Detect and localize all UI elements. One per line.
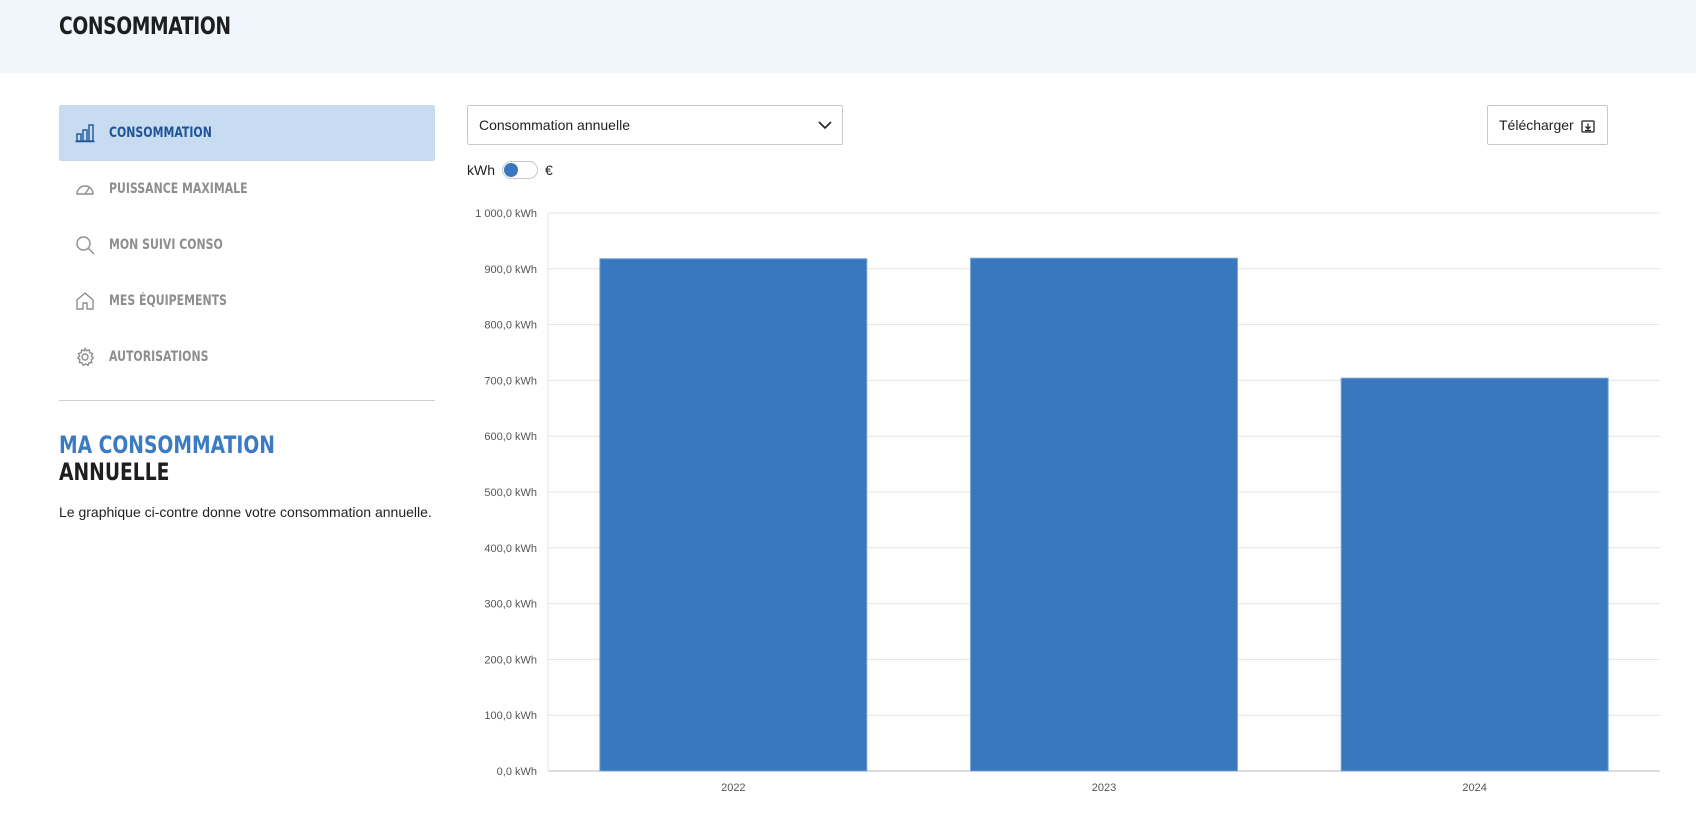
y-tick-label: 100,0 kWh [484,710,537,722]
y-tick-label: 700,0 kWh [484,375,537,387]
sidebar-item-label: CONSOMMATION [109,125,212,141]
sidebar-item-autorisations[interactable]: AUTORISATIONS [59,329,435,385]
bar-2024[interactable] [1340,377,1609,772]
download-button[interactable]: Télécharger [1487,105,1608,145]
period-select[interactable]: Consommation annuelle [467,105,843,145]
y-tick-label: 0,0 kWh [497,766,537,778]
page-header: CONSOMMATION [0,0,1696,73]
unit-label-euro: € [545,162,553,178]
bar-2023[interactable] [970,257,1238,772]
unit-label-kwh: kWh [467,162,495,178]
period-select-value: Consommation annuelle [479,117,630,133]
y-tick-label: 1 000,0 kWh [475,208,537,220]
gear-icon [75,347,95,367]
x-tick-label: 2023 [1092,782,1116,794]
consumption-chart: 0,0 kWh 100,0 kWh 200,0 kWh 300,0 kWh 400,0 … [460,195,1660,805]
section-title-line2: ANNUELLE [59,458,170,486]
bar-chart: 0,0 kWh 100,0 kWh 200,0 kWh 300,0 kWh 400,0 … [475,208,1660,794]
y-tick-label: 600,0 kWh [484,431,537,443]
sidebar-item-mon-suivi-conso[interactable]: MON SUIVI CONSO [59,217,435,273]
sidebar-item-mes-equipements[interactable]: MES ÉQUIPEMENTS [59,273,435,329]
y-tick-label: 500,0 kWh [484,487,537,499]
section-description: Le graphique ci-contre donne votre conso… [59,504,432,520]
sidebar-item-label: AUTORISATIONS [109,349,209,365]
sidebar-item-label: MON SUIVI CONSO [109,237,223,253]
download-icon [1581,120,1595,133]
unit-toggle-row: kWh € [467,160,553,180]
bar-2022[interactable] [599,258,868,772]
chevron-down-icon [818,121,832,130]
toggle-knob [504,163,518,177]
x-tick-label: 2022 [721,782,745,794]
section-title: MA CONSOMMATION ANNUELLE [59,432,275,486]
y-tick-label: 400,0 kWh [484,543,537,555]
search-icon [75,235,95,255]
sidebar-item-puissance-maximale[interactable]: PUISSANCE MAXIMALE [59,161,435,217]
sidebar-item-label: PUISSANCE MAXIMALE [109,181,248,197]
sidebar-item-label: MES ÉQUIPEMENTS [109,293,227,309]
y-tick-label: 200,0 kWh [484,654,537,666]
sidebar-nav: CONSOMMATION PUISSANCE MAXIMALE MON SUIV… [59,105,435,385]
page-title: CONSOMMATION [59,12,231,40]
download-button-label: Télécharger [1499,117,1574,133]
section-title-line1: MA CONSOMMATION [59,431,275,459]
y-tick-label: 800,0 kWh [484,320,537,332]
y-tick-label: 900,0 kWh [484,264,537,276]
gauge-icon [75,179,95,199]
y-tick-label: 300,0 kWh [484,599,537,611]
sidebar-divider [59,400,435,401]
unit-toggle[interactable] [502,161,538,179]
x-tick-label: 2024 [1462,782,1486,794]
home-icon [75,291,95,311]
sidebar-item-consommation[interactable]: CONSOMMATION [59,105,435,161]
bar-chart-icon [75,123,95,143]
